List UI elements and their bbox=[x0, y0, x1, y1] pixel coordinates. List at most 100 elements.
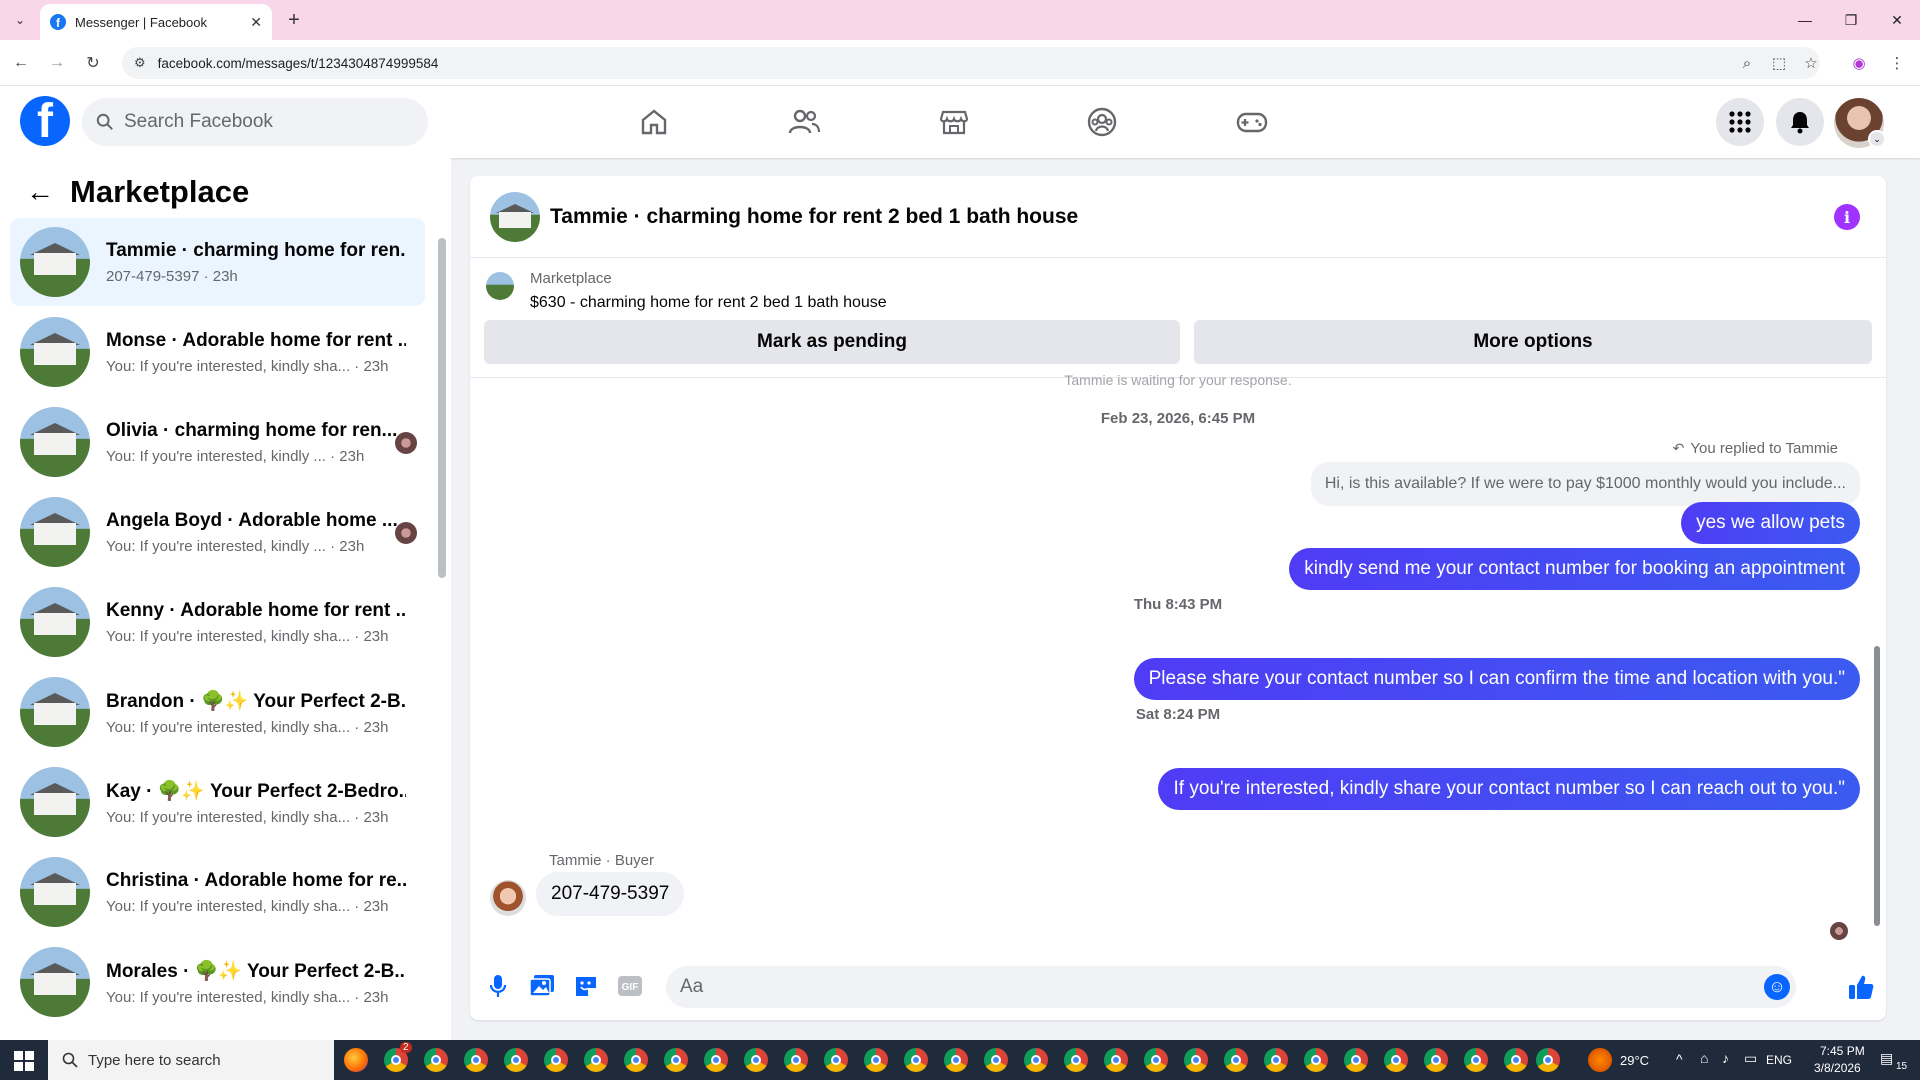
conversation-item[interactable]: Brandon · 🌳✨ Your Perfect 2-B... You: If … bbox=[10, 668, 425, 756]
chat-title[interactable]: Tammie · charming home for rent 2 bed 1 … bbox=[550, 205, 1078, 229]
forward-icon[interactable]: → bbox=[44, 50, 70, 76]
gif-icon[interactable]: GIF bbox=[616, 972, 644, 1000]
volume-icon[interactable]: ♪ bbox=[1722, 1050, 1729, 1066]
incoming-message[interactable]: 207-479-5397 bbox=[536, 872, 685, 916]
notifications-bell-icon[interactable] bbox=[1776, 98, 1824, 146]
clock-date[interactable]: 3/8/2026 bbox=[1814, 1061, 1861, 1075]
outgoing-message[interactable]: yes we allow pets bbox=[1681, 502, 1860, 544]
mark-as-pending-button[interactable]: Mark as pending bbox=[484, 320, 1180, 364]
new-tab-icon[interactable]: + bbox=[282, 8, 306, 32]
facebook-logo-icon[interactable]: f bbox=[20, 96, 70, 146]
conversation-item[interactable]: Angela Boyd · Adorable home ... You: If y… bbox=[10, 488, 425, 576]
chrome-profile-taskbar-icon[interactable] bbox=[944, 1048, 968, 1072]
menu-grid-icon[interactable] bbox=[1716, 98, 1764, 146]
taskbar-search[interactable]: Type here to search bbox=[48, 1040, 334, 1080]
chrome-profile-taskbar-icon[interactable] bbox=[864, 1048, 888, 1072]
search-input[interactable] bbox=[124, 111, 404, 133]
chrome-profile-taskbar-icon[interactable] bbox=[504, 1048, 528, 1072]
chrome-profile-taskbar-icon[interactable] bbox=[1304, 1048, 1328, 1072]
chrome-profile-taskbar-icon[interactable] bbox=[1104, 1048, 1128, 1072]
chrome-profile-taskbar-icon[interactable] bbox=[904, 1048, 928, 1072]
tab-search-chevron-icon[interactable]: ⌄ bbox=[8, 10, 32, 30]
chat-avatar[interactable] bbox=[490, 191, 540, 242]
chrome-profile-taskbar-icon[interactable] bbox=[424, 1048, 448, 1072]
chrome-profile-taskbar-icon[interactable] bbox=[464, 1048, 488, 1072]
gaming-icon[interactable] bbox=[1212, 96, 1292, 148]
install-app-icon[interactable]: ⬚ bbox=[1766, 50, 1792, 76]
chrome-profile-taskbar-icon[interactable] bbox=[1064, 1048, 1088, 1072]
outgoing-message[interactable]: Please share your contact number so I ca… bbox=[1133, 658, 1860, 700]
back-icon[interactable]: ← bbox=[8, 50, 34, 76]
windows-start-icon[interactable] bbox=[14, 1051, 34, 1071]
outgoing-message[interactable]: kindly send me your contact number for b… bbox=[1289, 548, 1860, 590]
chrome-profile-taskbar-icon[interactable] bbox=[1144, 1048, 1168, 1072]
weather-icon[interactable] bbox=[1588, 1048, 1612, 1072]
sticker-icon[interactable] bbox=[572, 972, 600, 1000]
chrome-profile-taskbar-icon[interactable] bbox=[744, 1048, 768, 1072]
conversation-item[interactable]: Morales · 🌳✨ Your Perfect 2-B... You: If … bbox=[10, 938, 425, 1026]
friends-icon[interactable] bbox=[764, 96, 844, 148]
conversation-item[interactable]: Christina · Adorable home for re... You: … bbox=[10, 848, 425, 936]
chrome-profile-taskbar-icon[interactable] bbox=[1224, 1048, 1248, 1072]
home-icon[interactable] bbox=[614, 96, 694, 148]
chrome-profile-taskbar-icon[interactable] bbox=[984, 1048, 1008, 1072]
chrome-profile-taskbar-icon[interactable] bbox=[704, 1048, 728, 1072]
marketplace-icon[interactable] bbox=[914, 96, 994, 148]
more-options-button[interactable]: More options bbox=[1194, 320, 1872, 364]
network-icon[interactable]: ⌂ bbox=[1700, 1050, 1708, 1066]
info-icon[interactable]: i bbox=[1834, 204, 1860, 230]
reload-icon[interactable]: ↻ bbox=[80, 50, 106, 76]
conversation-list-scrollbar[interactable] bbox=[438, 238, 446, 578]
clock-time[interactable]: 7:45 PM bbox=[1820, 1044, 1865, 1058]
chrome-profile-taskbar-icon[interactable] bbox=[1504, 1048, 1528, 1072]
language-indicator[interactable]: ENG bbox=[1766, 1053, 1792, 1067]
emoji-icon[interactable]: ☺ bbox=[1764, 974, 1790, 1000]
chrome-profile-taskbar-icon[interactable] bbox=[1344, 1048, 1368, 1072]
listing-price[interactable]: $630 - charming home for rent 2 bed 1 ba… bbox=[530, 294, 887, 312]
chrome-profile-taskbar-icon[interactable] bbox=[584, 1048, 608, 1072]
chrome-active-taskbar-icon[interactable] bbox=[1536, 1048, 1560, 1072]
chrome-menu-icon[interactable]: ⋮ bbox=[1884, 50, 1910, 76]
chrome-profile-icon[interactable]: ◉ bbox=[1846, 50, 1872, 76]
address-bar[interactable]: ⚙ facebook.com/messages/t/12343048749995… bbox=[122, 47, 1820, 79]
chrome-profile-taskbar-icon[interactable] bbox=[544, 1048, 568, 1072]
conversation-item[interactable]: Kay · 🌳✨ Your Perfect 2-Bedro... You: If … bbox=[10, 758, 425, 846]
window-close-icon[interactable]: ✕ bbox=[1874, 0, 1920, 40]
chrome-profile-taskbar-icon[interactable] bbox=[1464, 1048, 1488, 1072]
restore-icon[interactable]: ❐ bbox=[1828, 0, 1874, 40]
photo-icon[interactable] bbox=[528, 972, 556, 1000]
outgoing-message[interactable]: If you're interested, kindly share your … bbox=[1158, 768, 1860, 810]
quoted-message[interactable]: Hi, is this available? If we were to pay… bbox=[1310, 462, 1860, 506]
buyer-avatar[interactable] bbox=[490, 880, 526, 916]
firefox-icon[interactable] bbox=[344, 1048, 368, 1072]
chrome-profile-taskbar-icon[interactable] bbox=[1024, 1048, 1048, 1072]
minimize-icon[interactable]: — bbox=[1782, 0, 1828, 40]
browser-tab[interactable]: f Messenger | Facebook ✕ bbox=[40, 4, 272, 40]
zoom-icon[interactable]: ⌕ bbox=[1734, 50, 1760, 76]
bookmark-star-icon[interactable]: ☆ bbox=[1798, 50, 1824, 76]
conversation-item[interactable]: Tammie · charming home for ren... 207-479… bbox=[10, 218, 425, 306]
chrome-profile-taskbar-icon[interactable] bbox=[624, 1048, 648, 1072]
listing-thumbnail[interactable] bbox=[486, 272, 514, 300]
conversation-item[interactable]: Kenny · Adorable home for rent ... You: I… bbox=[10, 578, 425, 666]
notification-center-icon[interactable]: ▤ bbox=[1880, 1050, 1893, 1067]
chrome-profile-taskbar-icon[interactable] bbox=[824, 1048, 848, 1072]
conversation-item[interactable]: Monse · Adorable home for rent ... You: I… bbox=[10, 308, 425, 396]
microphone-icon[interactable] bbox=[484, 972, 512, 1000]
back-arrow-icon[interactable]: ← bbox=[24, 176, 56, 208]
message-input[interactable] bbox=[666, 966, 1796, 1008]
tab-close-icon[interactable]: ✕ bbox=[250, 14, 262, 31]
chrome-profile-taskbar-icon[interactable] bbox=[1384, 1048, 1408, 1072]
battery-icon[interactable]: ▭ bbox=[1744, 1050, 1757, 1067]
chrome-profile-taskbar-icon[interactable] bbox=[784, 1048, 808, 1072]
groups-icon[interactable] bbox=[1062, 96, 1142, 148]
thumbs-up-icon[interactable] bbox=[1844, 970, 1878, 1004]
chrome-profile-taskbar-icon[interactable] bbox=[664, 1048, 688, 1072]
chrome-profile-taskbar-icon[interactable] bbox=[1264, 1048, 1288, 1072]
site-info-icon[interactable]: ⚙ bbox=[134, 55, 146, 71]
tray-chevron-icon[interactable]: ^ bbox=[1676, 1051, 1683, 1067]
chrome-profile-taskbar-icon[interactable] bbox=[1424, 1048, 1448, 1072]
profile-chevron-icon[interactable]: ⌄ bbox=[1868, 130, 1886, 148]
conversation-item[interactable]: Olivia · charming home for ren... You: If… bbox=[10, 398, 425, 486]
chrome-profile-taskbar-icon[interactable] bbox=[1184, 1048, 1208, 1072]
